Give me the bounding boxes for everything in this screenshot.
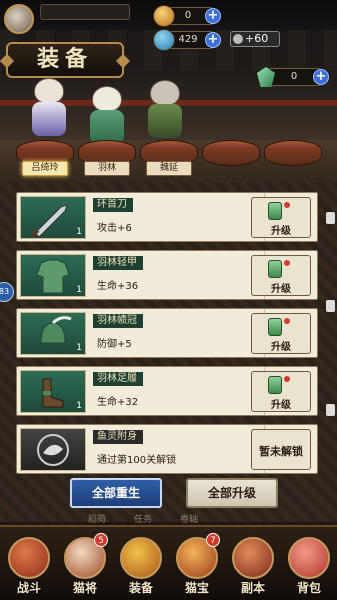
- item-stat: 生命+32: [97, 397, 139, 408]
- side-scroll-marker-1: [326, 212, 335, 224]
- hero-tab-2[interactable]: 羽林: [84, 161, 130, 176]
- hero-pedestal-5[interactable]: [264, 140, 322, 166]
- scroll-icon: [268, 202, 282, 220]
- subtab-2[interactable]: 任务: [134, 512, 152, 525]
- item-name: 羽林足履: [93, 372, 143, 386]
- fish-resource-bar: 429 +: [153, 29, 221, 51]
- side-scroll-marker-2: [326, 300, 335, 312]
- equipment-row-armor: 1 羽林轻甲 生命+36 升级: [16, 250, 318, 300]
- nav-backpack[interactable]: 背包: [284, 533, 334, 599]
- bonus-indicator: +60: [230, 31, 280, 47]
- sword-icon[interactable]: 1: [20, 196, 86, 239]
- upgrade-all-button[interactable]: 全部升级: [186, 478, 278, 508]
- nav-equipment[interactable]: 装备: [116, 533, 166, 599]
- nav-cat-general[interactable]: 5 猫将: [60, 533, 110, 599]
- fish-icon: [153, 29, 175, 51]
- locked-status-button[interactable]: 暂未解锁: [251, 429, 311, 470]
- scroll-icon: [268, 376, 282, 394]
- scroll-icon: [268, 318, 282, 336]
- item-name: 鱼灵附身: [93, 430, 143, 444]
- dungeon-icon: [232, 537, 274, 579]
- item-stat: 生命+36: [97, 281, 139, 292]
- item-unlock-requirement: 通过第100关解锁: [97, 455, 177, 466]
- upgrade-armor-button[interactable]: 升级: [251, 255, 311, 296]
- nav-dungeon[interactable]: 副本: [228, 533, 278, 599]
- upgrade-boots-button[interactable]: 升级: [251, 371, 311, 412]
- hero-tab-3[interactable]: 魏延: [146, 161, 192, 176]
- add-gem-button[interactable]: +: [313, 69, 329, 85]
- notification-dot: [284, 318, 290, 324]
- equipment-icon: [120, 537, 162, 579]
- player-avatar[interactable]: [4, 4, 34, 34]
- hero-tab-1[interactable]: 吕绮玲: [22, 161, 68, 176]
- upgrade-helmet-button[interactable]: 升级: [251, 313, 311, 354]
- equipment-row-weapon: 1 环首刀 攻击+6 升级: [16, 192, 318, 242]
- backpack-icon: [288, 537, 330, 579]
- gold-coin-icon: [153, 5, 175, 27]
- helmet-icon[interactable]: 1: [20, 312, 86, 355]
- notification-badge: 5: [94, 533, 108, 547]
- battle-icon: [8, 537, 50, 579]
- gem-value: 0: [290, 71, 298, 82]
- upgrade-weapon-button[interactable]: 升级: [251, 197, 311, 238]
- equipment-row-helmet: 1 羽林帻冠 防御+5 升级: [16, 308, 318, 358]
- hero-weiyan-sprite[interactable]: [138, 80, 192, 140]
- hero-yulin-sprite[interactable]: [80, 86, 134, 146]
- equipment-row-boots: 1 羽林足履 生命+32 升级: [16, 366, 318, 416]
- side-scroll-marker-3: [326, 404, 335, 416]
- nav-battle[interactable]: 战斗: [4, 533, 54, 599]
- scroll-icon: [268, 260, 282, 278]
- bottom-nav: 战斗 5 猫将 装备 7 猫宝 副本 背包: [0, 525, 337, 600]
- item-stat: 攻击+6: [97, 223, 132, 234]
- page-title: 装备: [6, 42, 124, 78]
- item-name: 羽林帻冠: [93, 314, 143, 328]
- armor-icon[interactable]: 1: [20, 254, 86, 297]
- player-name: [40, 4, 130, 20]
- gem-resource-bar: 0 +: [257, 67, 329, 87]
- subtab-3[interactable]: 卷轴: [180, 512, 198, 525]
- clock-icon: [233, 34, 243, 44]
- gold-resource-bar: 0 +: [153, 5, 221, 27]
- subtab-1[interactable]: 稻荷: [88, 512, 106, 525]
- add-fish-button[interactable]: +: [205, 32, 221, 48]
- equipment-row-fish-spirit: 鱼灵附身 通过第100关解锁 暂未解锁: [16, 424, 318, 474]
- gold-value: 0: [184, 10, 192, 21]
- boots-icon[interactable]: 1: [20, 370, 86, 413]
- hero-lvqiling-sprite[interactable]: [22, 78, 76, 138]
- item-stat: 防御+5: [97, 339, 132, 350]
- hero-pedestal-4[interactable]: [202, 140, 260, 166]
- notification-dot: [284, 202, 290, 208]
- nav-cat-treasure[interactable]: 7 猫宝: [172, 533, 222, 599]
- fish-value: 429: [178, 34, 198, 45]
- notification-dot: [284, 260, 290, 266]
- notification-badge: 7: [206, 533, 220, 547]
- item-name: 环首刀: [93, 198, 133, 212]
- fish-spirit-icon[interactable]: [20, 428, 86, 471]
- reset-all-button[interactable]: 全部重生: [70, 478, 162, 508]
- bonus-value: +60: [245, 32, 269, 45]
- notification-dot: [284, 376, 290, 382]
- subtabs: 稻荷 任务 卷轴: [82, 512, 282, 526]
- item-name: 羽林轻甲: [93, 256, 143, 270]
- item-level: 1: [76, 227, 82, 237]
- add-gold-button[interactable]: +: [205, 8, 221, 24]
